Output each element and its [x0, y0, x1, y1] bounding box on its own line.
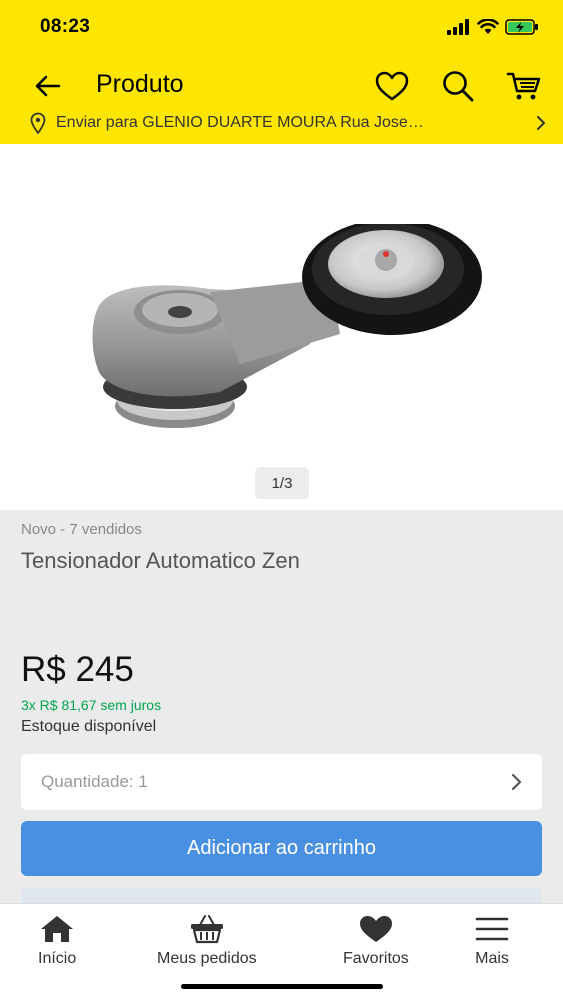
tab-favorites-label: Favoritos [343, 950, 409, 967]
home-icon [41, 916, 74, 942]
status-icons [447, 18, 539, 36]
quantity-label: Quantidade: 1 [41, 772, 148, 791]
back-button[interactable] [30, 68, 66, 104]
shipping-address-text: Enviar para GLENIO DUARTE MOURA Rua Jose… [56, 114, 424, 131]
product-price: R$ 245 [21, 650, 134, 689]
tab-home[interactable]: Início [38, 914, 76, 968]
tab-orders-label: Meus pedidos [157, 950, 257, 967]
cart-icon [506, 72, 541, 100]
product-image [92, 224, 482, 428]
search-button[interactable] [437, 66, 479, 106]
favorite-button[interactable] [371, 66, 413, 106]
heart-outline-icon [375, 71, 409, 101]
add-to-cart-button[interactable]: Adicionar ao carrinho [21, 821, 542, 876]
shipping-address-bar[interactable]: Enviar para GLENIO DUARTE MOURA Rua Jose… [0, 108, 563, 140]
tab-home-label: Início [38, 950, 77, 967]
status-time: 08:23 [40, 16, 91, 37]
tab-favorites[interactable]: Favoritos [343, 914, 409, 968]
cart-button[interactable] [503, 66, 545, 106]
stock-status: Estoque disponível [21, 718, 157, 735]
basket-icon [190, 915, 223, 944]
product-gallery[interactable]: 1/3 [0, 144, 563, 510]
chevron-right-icon [511, 773, 522, 791]
chevron-right-icon [537, 116, 545, 130]
tab-more-label: Mais [475, 950, 509, 967]
home-indicator [181, 984, 383, 989]
search-icon [443, 71, 474, 102]
product-title: Tensionador Automatico Zen [21, 548, 300, 573]
back-arrow-icon [35, 75, 61, 97]
menu-icon [475, 917, 509, 941]
tab-orders[interactable]: Meus pedidos [157, 914, 257, 968]
gallery-pager: 1/3 [255, 467, 309, 499]
heart-icon [359, 916, 392, 942]
nav-bar: Produto [0, 60, 563, 110]
quantity-selector[interactable]: Quantidade: 1 [21, 754, 542, 810]
wifi-icon [477, 19, 499, 34]
header: 08:23 Produto Enviar para GLENIO DUARTE … [0, 0, 563, 144]
installments-text: 3x R$ 81,67 sem juros [21, 697, 162, 713]
tab-more[interactable]: Mais [474, 914, 510, 968]
status-bar: 08:23 [0, 0, 563, 56]
location-pin-icon [30, 112, 46, 134]
product-condition: Novo - 7 vendidos [21, 521, 142, 538]
page-title: Produto [96, 70, 184, 98]
nav-actions [371, 66, 545, 106]
signal-icon [447, 19, 469, 35]
battery-icon [505, 19, 538, 35]
